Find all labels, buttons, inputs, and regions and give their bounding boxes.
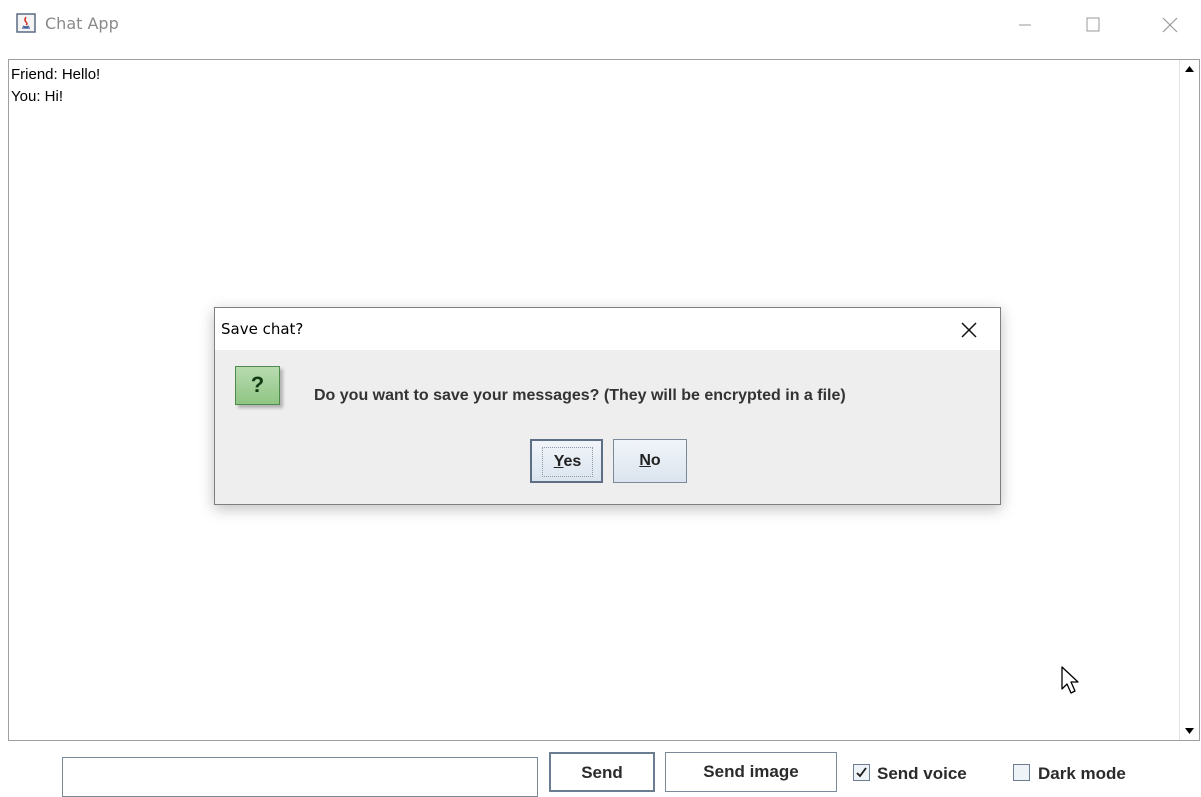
- dialog-close-icon[interactable]: [957, 318, 981, 342]
- checkmark-icon: [856, 767, 867, 778]
- no-mnemonic: N: [639, 452, 651, 469]
- dark-mode-label[interactable]: Dark mode: [1038, 764, 1126, 784]
- save-chat-dialog: Save chat? ? Do you want to save your me…: [214, 307, 1001, 505]
- question-icon: ?: [235, 366, 280, 405]
- maximize-icon[interactable]: [1070, 0, 1116, 50]
- focus-indicator: Yes: [542, 447, 593, 477]
- no-label: o: [650, 452, 661, 469]
- send-voice-label[interactable]: Send voice: [877, 764, 967, 784]
- window-titlebar: Chat App: [0, 0, 1201, 50]
- dialog-message: Do you want to save your messages? (They…: [314, 387, 846, 404]
- scroll-up-arrow-icon[interactable]: [1184, 65, 1195, 73]
- chat-message-line: Friend: Hello!: [11, 66, 101, 83]
- dialog-titlebar: Save chat?: [215, 308, 1000, 350]
- chat-messages: Friend: Hello! You: Hi!: [11, 64, 100, 108]
- scroll-down-arrow-icon[interactable]: [1184, 727, 1195, 735]
- message-input[interactable]: [62, 757, 538, 797]
- vertical-scrollbar[interactable]: [1179, 60, 1199, 740]
- java-app-icon: [16, 13, 36, 33]
- window-title: Chat App: [45, 14, 119, 33]
- chat-message-line: You: Hi!: [11, 88, 63, 105]
- mouse-cursor-icon: [1061, 666, 1079, 694]
- send-image-button[interactable]: Send image: [665, 752, 837, 792]
- yes-mnemonic: Y: [553, 453, 564, 470]
- dark-mode-checkbox[interactable]: [1013, 764, 1030, 781]
- send-voice-checkbox[interactable]: [853, 764, 870, 781]
- no-button[interactable]: No: [613, 439, 687, 483]
- yes-button[interactable]: Yes: [530, 439, 603, 483]
- send-button[interactable]: Send: [549, 752, 655, 792]
- minimize-icon[interactable]: [1002, 0, 1048, 50]
- dialog-title: Save chat?: [221, 320, 304, 338]
- close-icon[interactable]: [1146, 0, 1192, 50]
- yes-label: es: [563, 453, 582, 470]
